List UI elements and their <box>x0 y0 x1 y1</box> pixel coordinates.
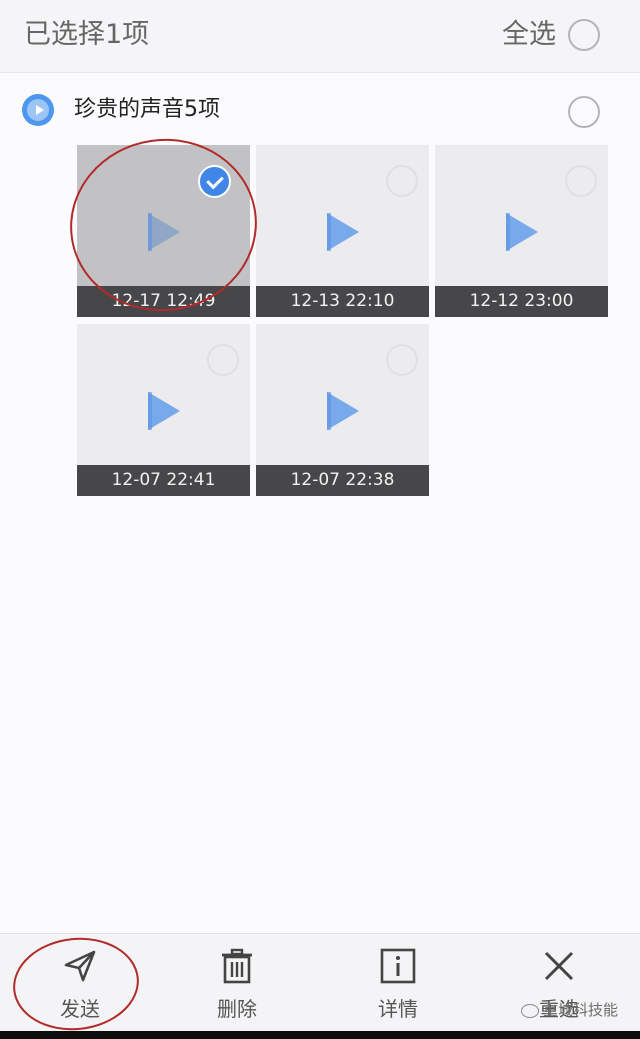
play-bar <box>148 213 152 251</box>
selection-toolbar: 已选择1项 全选 <box>0 0 640 73</box>
tile-select-checkbox[interactable] <box>207 344 239 376</box>
close-icon <box>544 951 574 981</box>
group-select-checkbox[interactable] <box>568 96 600 128</box>
trash-icon <box>222 948 252 984</box>
audio-play-icon <box>22 94 54 126</box>
recording-timestamp: 12-12 23:00 <box>435 286 608 317</box>
send-label: 发送 <box>60 997 100 1021</box>
select-all-checkbox[interactable] <box>568 19 600 51</box>
recording-timestamp: 12-07 22:38 <box>256 465 429 496</box>
play-bar <box>148 392 152 430</box>
tile-select-checkbox[interactable] <box>565 165 597 197</box>
send-icon <box>64 950 96 982</box>
play-icon <box>148 213 180 251</box>
delete-button[interactable]: 删除 <box>157 934 317 1032</box>
recording-tile[interactable]: 12-13 22:10 <box>256 145 429 317</box>
info-icon <box>380 948 416 984</box>
group-title: 珍贵的声音5项 <box>74 97 220 122</box>
recording-tile[interactable]: 12-12 23:00 <box>435 145 608 317</box>
play-icon <box>327 392 359 430</box>
delete-label: 删除 <box>217 997 257 1021</box>
details-label: 详情 <box>378 997 418 1021</box>
recording-tile[interactable]: 12-07 22:41 <box>77 324 250 496</box>
group-header: 珍贵的声音5项 <box>0 78 640 144</box>
recording-tile[interactable]: 12-17 12:49 <box>77 145 250 317</box>
play-icon <box>148 392 180 430</box>
watermark: 重城科技能 <box>520 1000 618 1020</box>
checked-icon[interactable] <box>198 165 231 198</box>
play-bar <box>327 213 331 251</box>
recording-timestamp: 12-17 12:49 <box>77 286 250 317</box>
recording-tile[interactable]: 12-07 22:38 <box>256 324 429 496</box>
selection-count-title: 已选择1项 <box>24 19 150 50</box>
play-icon <box>506 213 538 251</box>
send-button[interactable]: 发送 <box>0 934 160 1032</box>
details-button[interactable]: 详情 <box>318 934 478 1032</box>
tile-select-checkbox[interactable] <box>386 344 418 376</box>
wechat-icon <box>520 1003 539 1018</box>
system-nav-edge <box>0 1031 640 1039</box>
select-all-label[interactable]: 全选 <box>502 17 556 53</box>
recording-timestamp: 12-07 22:41 <box>77 465 250 496</box>
tile-select-checkbox[interactable] <box>386 165 418 197</box>
play-icon <box>327 213 359 251</box>
play-bar <box>327 392 331 430</box>
play-bar <box>506 213 510 251</box>
recording-timestamp: 12-13 22:10 <box>256 286 429 317</box>
watermark-text: 重城科技能 <box>542 1001 618 1019</box>
